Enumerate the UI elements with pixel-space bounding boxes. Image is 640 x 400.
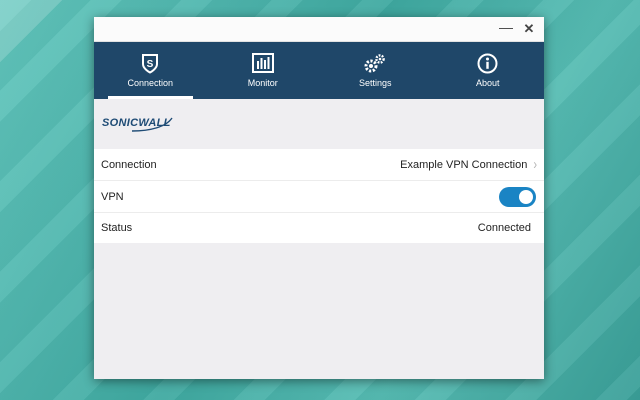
status-value: Connected [477, 222, 531, 234]
gears-icon [363, 52, 387, 74]
close-button[interactable]: ✕ [519, 19, 539, 39]
connection-value: Example VPN Connection [400, 158, 528, 171]
status-label: Status [101, 222, 133, 234]
vpn-row: VPN [94, 181, 544, 213]
connection-details: Connection Example VPN Connection › VPN … [94, 149, 544, 243]
tab-settings[interactable]: Settings [319, 42, 432, 99]
tab-connection[interactable]: S Connection [94, 42, 207, 99]
logo-swoosh-icon [131, 117, 173, 132]
svg-text:S: S [147, 59, 154, 70]
tab-monitor-label: Monitor [247, 78, 278, 88]
chevron-right-icon: › [533, 156, 537, 173]
monitor-bars-icon [251, 52, 274, 74]
tab-connection-label: Connection [127, 78, 174, 88]
status-row: Status Connected [94, 213, 544, 243]
nav-bar: S Connection Monitor Settings About [94, 42, 544, 99]
tab-about-label: About [475, 78, 500, 88]
tab-settings-label: Settings [358, 78, 392, 88]
title-bar: — ✕ [94, 17, 544, 42]
minimize-button[interactable]: — [496, 17, 516, 37]
vpn-toggle[interactable] [499, 186, 536, 207]
connection-label: Connection [101, 158, 157, 171]
info-icon [477, 52, 498, 74]
tab-about[interactable]: About [432, 42, 545, 99]
toggle-knob [519, 189, 533, 204]
connection-row[interactable]: Connection Example VPN Connection › [94, 149, 544, 181]
vpn-label: VPN [101, 190, 124, 203]
tab-monitor[interactable]: Monitor [207, 42, 320, 99]
app-window: — ✕ S Connection Monitor Settings About … [94, 17, 544, 379]
brand-area: SONICWALL [94, 99, 544, 149]
shield-s-icon: S [141, 52, 159, 74]
